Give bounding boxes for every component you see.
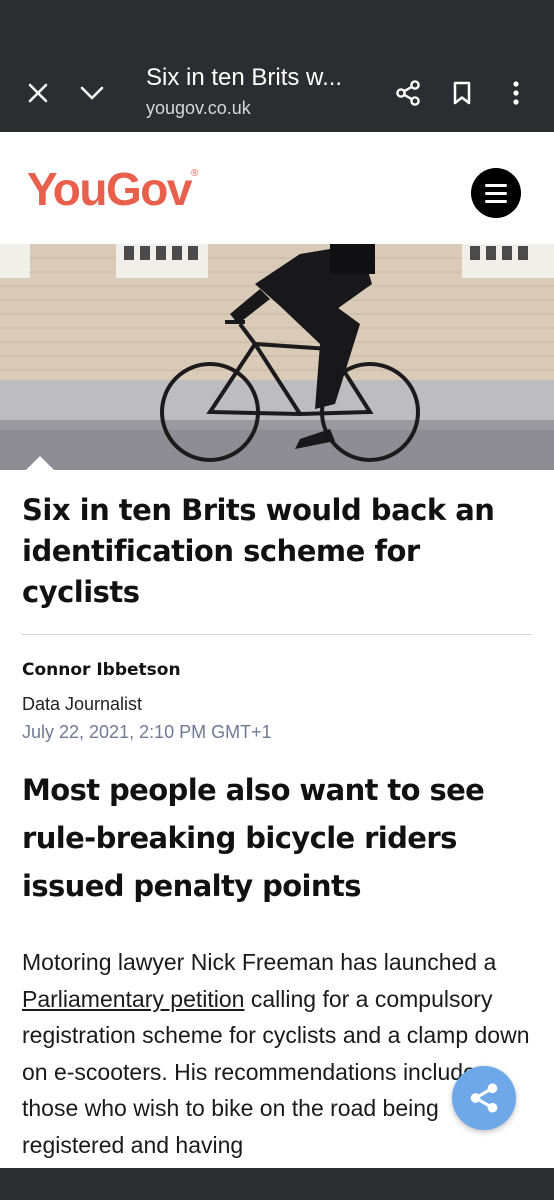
share-button[interactable]	[384, 69, 432, 117]
cyclist-photo	[0, 244, 554, 470]
paragraph-text-start: Motoring lawyer Nick Freeman has launche…	[22, 949, 497, 975]
logo-text: YouGov	[27, 163, 192, 215]
system-navigation-bar	[0, 1168, 554, 1200]
article-subheadline: Most people also want to see rule-breaki…	[22, 773, 485, 903]
author-role: Data Journalist	[22, 694, 143, 714]
divider	[22, 634, 532, 635]
floating-share-button[interactable]	[452, 1066, 516, 1130]
close-button[interactable]	[14, 69, 62, 117]
menu-button[interactable]	[471, 168, 521, 218]
page-domain: yougov.co.uk	[146, 98, 251, 118]
petition-link[interactable]: Parliamentary petition	[22, 986, 244, 1012]
yougov-logo[interactable]: YouGov®	[27, 162, 198, 216]
logo-registered-mark: ®	[190, 168, 198, 179]
browser-toolbar: Six in ten Brits w... yougov.co.uk	[0, 0, 554, 132]
bookmark-icon	[453, 81, 471, 105]
bookmark-button[interactable]	[438, 69, 486, 117]
menu-icon-line	[485, 199, 507, 203]
article-headline: Six in ten Brits would back an identific…	[22, 493, 495, 609]
share-icon	[396, 80, 420, 106]
publish-date: July 22, 2021, 2:10 PM GMT+1	[22, 722, 272, 742]
share-icon	[470, 1083, 498, 1113]
site-header: YouGov®	[0, 132, 554, 244]
minimize-button[interactable]	[68, 69, 116, 117]
hero-caret	[26, 456, 54, 470]
more-options-button[interactable]	[492, 69, 540, 117]
chevron-down-icon	[80, 86, 104, 100]
menu-icon-line	[485, 191, 507, 195]
page-title: Six in ten Brits w...	[146, 64, 343, 91]
menu-icon-line	[485, 183, 507, 187]
hero-image	[0, 244, 554, 470]
more-vert-icon	[513, 81, 519, 105]
article-paragraph: Motoring lawyer Nick Freeman has launche…	[22, 944, 534, 1163]
author-name[interactable]: Connor Ibbetson	[22, 660, 181, 680]
close-icon	[28, 83, 48, 103]
